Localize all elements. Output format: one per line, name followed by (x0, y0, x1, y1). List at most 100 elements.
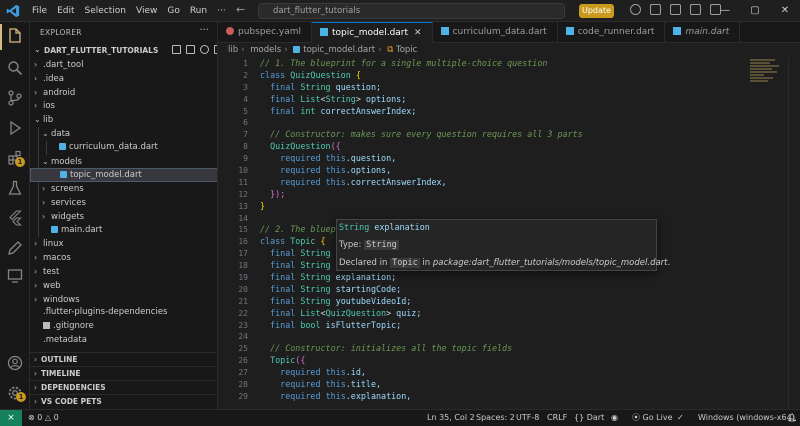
tab-curriculum-data-dart[interactable]: curriculum_data.dart (433, 22, 558, 43)
tree-item[interactable]: › android (30, 86, 217, 100)
refresh-icon[interactable] (200, 45, 209, 54)
code-line[interactable]: final String explanation; (260, 272, 583, 284)
toggle-panel-icon[interactable] (670, 4, 681, 15)
code-line[interactable]: Topic({ (260, 355, 583, 367)
tab-topic-model-dart[interactable]: topic_model.dart ✕ (312, 22, 433, 43)
tree-item[interactable]: ⌄ lib (30, 113, 217, 127)
explorer-more-icon[interactable]: ··· (199, 25, 209, 36)
flutter-device[interactable]: Windows (windows-x64) (698, 410, 795, 426)
update-button[interactable]: Update (579, 4, 614, 18)
vertical-scrollbar[interactable] (788, 58, 800, 409)
notifications-bell-icon[interactable]: 🔔︎ (787, 410, 797, 426)
code-line[interactable]: QuizQuestion({ (260, 141, 583, 153)
tree-item[interactable]: › widgets (30, 209, 217, 224)
code-line[interactable] (260, 331, 583, 343)
minimap[interactable] (750, 58, 786, 90)
code-line[interactable]: final String question; (260, 82, 583, 94)
tree-item[interactable]: › ios (30, 99, 217, 113)
crumb-symbol[interactable]: Topic (396, 45, 417, 55)
menu-edit[interactable]: Edit (52, 0, 79, 22)
code-line[interactable]: required this.explanation, (260, 391, 583, 403)
tree-item[interactable]: ⌄ data (30, 126, 217, 141)
accounts-icon[interactable] (7, 355, 23, 371)
close-window-button[interactable]: ✕ (770, 0, 800, 22)
menu-more[interactable]: ··· (212, 0, 231, 22)
language-mode[interactable]: {} Dart (574, 410, 604, 426)
search-icon[interactable] (7, 60, 23, 76)
menu-selection[interactable]: Selection (80, 0, 131, 22)
code-line[interactable]: final List<String> options; (260, 94, 583, 106)
check-icon[interactable]: ✓ (677, 410, 684, 426)
pen-icon[interactable] (7, 240, 23, 256)
code-line[interactable]: final bool isFlutterTopic; (260, 320, 583, 332)
tree-item[interactable]: ⌄ models (30, 154, 217, 169)
tree-item[interactable]: main.dart (30, 223, 217, 238)
tree-item[interactable]: .metadata (30, 334, 217, 348)
hover-package-path[interactable]: package:dart_flutter_tutorials/models/to… (433, 258, 668, 268)
crumb-models[interactable]: models (250, 45, 281, 55)
code-line[interactable]: final String youtubeVideoId; (260, 296, 583, 308)
encoding[interactable]: UTF-8 (516, 410, 539, 426)
tree-item[interactable]: › macos (30, 251, 217, 265)
tree-item[interactable]: › windows (30, 293, 217, 307)
code-line[interactable]: // 1. The blueprint for a single multipl… (260, 58, 583, 70)
tree-item[interactable]: .gitignore (30, 320, 217, 334)
remote-explorer-icon[interactable] (7, 268, 23, 284)
tab-main-dart[interactable]: main.dart (665, 22, 741, 43)
code-line[interactable]: } (260, 201, 583, 213)
menu-run[interactable]: Run (185, 0, 212, 22)
copilot-status-icon[interactable]: ◉ (611, 410, 618, 426)
section-outline[interactable]: › OUTLINE (30, 352, 217, 366)
back-arrow-icon[interactable]: ← (236, 3, 245, 16)
code-line[interactable]: class QuizQuestion { (260, 70, 583, 82)
go-live-button[interactable]: ⦿ Go Live (632, 410, 673, 426)
toggle-sidebar-icon[interactable] (650, 4, 661, 15)
tree-item[interactable]: .flutter-plugins-dependencies (30, 306, 217, 320)
tab-pubspec-yaml[interactable]: pubspec.yaml (218, 22, 312, 43)
line-ending[interactable]: CRLF (547, 410, 567, 426)
command-center-search[interactable]: dart_flutter_tutorials (258, 3, 565, 19)
menu-file[interactable]: File (27, 0, 52, 22)
close-tab-icon[interactable]: ✕ (414, 28, 422, 38)
tree-item[interactable]: › services (30, 195, 217, 210)
new-file-icon[interactable] (172, 45, 181, 54)
code-line[interactable] (260, 117, 583, 129)
menu-go[interactable]: Go (162, 0, 184, 22)
section-dependencies[interactable]: › DEPENDENCIES (30, 380, 217, 394)
run-debug-icon[interactable] (7, 120, 23, 136)
section-vs-code-pets[interactable]: › VS CODE PETS (30, 394, 217, 408)
tree-item[interactable]: › .idea (30, 72, 217, 86)
tree-item[interactable]: topic_model.dart (30, 168, 217, 183)
copilot-icon[interactable] (630, 4, 641, 15)
testing-flask-icon[interactable] (7, 180, 23, 196)
code-line[interactable]: required this.title, (260, 379, 583, 391)
code-line[interactable]: required this.id, (260, 367, 583, 379)
tree-item[interactable]: curriculum_data.dart (30, 140, 217, 155)
explorer-icon[interactable] (7, 28, 23, 44)
cursor-position[interactable]: Ln 35, Col 2 (427, 410, 475, 426)
section-timeline[interactable]: › TIMELINE (30, 366, 217, 380)
code-line[interactable]: required this.options, (260, 165, 583, 177)
tree-item[interactable]: › linux (30, 237, 217, 251)
tab-code-runner-dart[interactable]: code_runner.dart (558, 22, 666, 43)
code-line[interactable]: final List<QuizQuestion> quiz; (260, 308, 583, 320)
minimize-button[interactable]: — (710, 0, 740, 22)
code-line[interactable]: // Constructor: initializes all the topi… (260, 343, 583, 355)
problems-indicator[interactable]: ⊗ 0 △ 0 (28, 410, 59, 426)
flutter-icon[interactable] (7, 210, 23, 226)
new-folder-icon[interactable] (186, 45, 195, 54)
code-line[interactable]: final int correctAnswerIndex; (260, 106, 583, 118)
code-line[interactable]: }); (260, 189, 583, 201)
code-line[interactable]: required this.question, (260, 153, 583, 165)
menu-view[interactable]: View (131, 0, 162, 22)
remote-indicator-icon[interactable]: ⨯ (0, 410, 22, 426)
tree-item[interactable]: › web (30, 279, 217, 293)
maximize-button[interactable]: ▢ (740, 0, 770, 22)
toggle-secondary-sidebar-icon[interactable] (690, 4, 701, 15)
code-line[interactable]: // Constructor: makes sure every questio… (260, 129, 583, 141)
code-line[interactable]: required this.correctAnswerIndex, (260, 177, 583, 189)
tree-item[interactable]: › .dart_tool (30, 58, 217, 72)
crumb-lib[interactable]: lib (228, 45, 238, 55)
crumb-file[interactable]: topic_model.dart (303, 45, 375, 55)
indentation[interactable]: Spaces: 2 (476, 410, 515, 426)
